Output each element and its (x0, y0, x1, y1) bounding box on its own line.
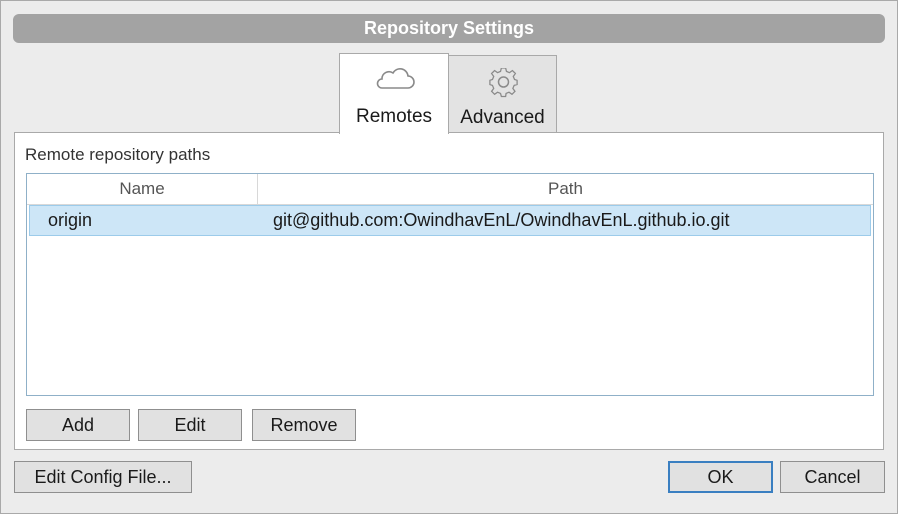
tab-remotes[interactable]: Remotes (339, 53, 449, 134)
remotes-panel: Remote repository paths Name Path origin… (14, 132, 884, 450)
repository-settings-dialog: Repository Settings Remotes Advanced Rem… (0, 0, 898, 514)
add-button[interactable]: Add (26, 409, 130, 441)
tab-advanced[interactable]: Advanced (448, 55, 557, 133)
tab-remotes-label: Remotes (355, 106, 433, 127)
section-label: Remote repository paths (25, 145, 211, 164)
tab-advanced-label: Advanced (460, 107, 545, 128)
dialog-title: Repository Settings (13, 14, 885, 43)
remote-name-cell: origin (48, 210, 93, 230)
gear-icon (449, 67, 556, 100)
remove-button[interactable]: Remove (252, 409, 356, 441)
cancel-button[interactable]: Cancel (780, 461, 885, 493)
edit-config-file-button[interactable]: Edit Config File... (14, 461, 192, 493)
remotes-table: Name Path origin git@github.com:Owindhav… (26, 173, 874, 396)
edit-button[interactable]: Edit (138, 409, 242, 441)
table-row[interactable]: origin git@github.com:OwindhavEnL/Owindh… (29, 205, 871, 236)
column-header-name[interactable]: Name (27, 174, 258, 204)
ok-button[interactable]: OK (668, 461, 773, 493)
table-header: Name Path (27, 174, 873, 205)
column-header-path[interactable]: Path (258, 174, 873, 204)
remote-path-cell: git@github.com:OwindhavEnL/OwindhavEnL.g… (273, 210, 730, 230)
cloud-icon (340, 66, 448, 98)
